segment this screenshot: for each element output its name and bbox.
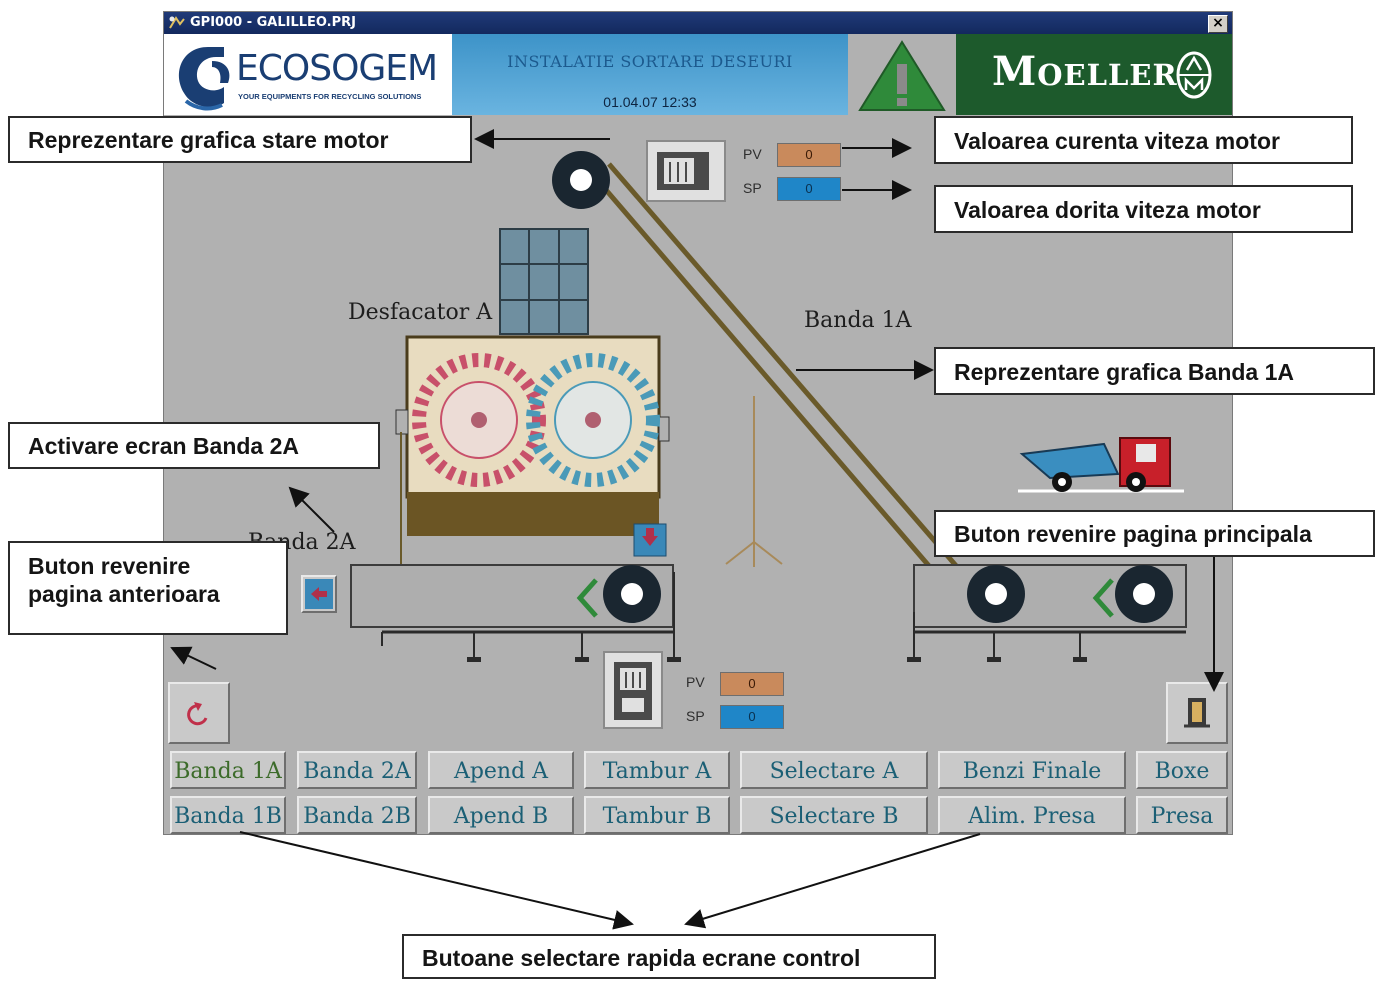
nav-banda-1b[interactable]: Banda 1B	[170, 796, 286, 834]
motor-bottom-icon	[603, 651, 663, 729]
sp-label-top: SP	[743, 180, 762, 196]
callout-prev-page: Buton revenire pagina anterioara	[8, 541, 288, 635]
nav-alim-presa[interactable]: Alim. Presa	[938, 796, 1126, 834]
nav-tambur-a[interactable]: Tambur A	[584, 751, 730, 789]
discharge-down-icon	[633, 523, 667, 557]
nav-banda-2a[interactable]: Banda 2A	[297, 751, 417, 789]
callout-prev-page-line2: pagina anterioara	[28, 580, 220, 607]
banda-1a-label: Banda 1A	[804, 308, 912, 333]
nav-apend-b[interactable]: Apend B	[428, 796, 574, 834]
desfacator-graphic	[395, 335, 670, 567]
back-button[interactable]	[168, 682, 230, 744]
nav-boxe[interactable]: Boxe	[1136, 751, 1228, 789]
truck-icon	[1018, 437, 1184, 493]
desfacator-label: Desfacator A	[348, 300, 493, 325]
callout-motor-state: Reprezentare grafica stare motor	[8, 116, 472, 163]
sp-label-bottom: SP	[686, 708, 705, 724]
nav-benzi-finale[interactable]: Benzi Finale	[938, 751, 1126, 789]
nav-banda-1a[interactable]: Banda 1A	[170, 751, 286, 789]
nav-presa[interactable]: Presa	[1136, 796, 1228, 834]
nav-banda-2b[interactable]: Banda 2B	[297, 796, 417, 834]
callout-activate-2a: Activare ecran Banda 2A	[8, 422, 380, 469]
callout-main-page: Buton revenire pagina principala	[934, 510, 1375, 557]
callout-desired-speed: Valoarea dorita viteza motor	[934, 185, 1353, 233]
hopper-graphic	[499, 228, 589, 335]
arrow-left-icon	[305, 579, 333, 609]
motor-top-icon	[646, 140, 726, 202]
pv-field-top: 0	[777, 143, 841, 167]
banda-2a-graphic	[350, 564, 681, 662]
pv-field-bottom: 0	[720, 672, 784, 696]
callout-prev-page-line1: Buton revenire	[28, 553, 191, 579]
nav-apend-a[interactable]: Apend A	[428, 751, 574, 789]
banda-2a-activate-button[interactable]	[301, 575, 337, 613]
nav-selectare-a[interactable]: Selectare A	[740, 751, 928, 789]
undo-arrow-icon	[187, 702, 208, 726]
callout-current-speed: Valoarea curenta viteza motor	[934, 116, 1353, 164]
sp-field-top[interactable]: 0	[777, 177, 841, 201]
banda-1a-head-drum	[552, 151, 610, 209]
pv-label-bottom: PV	[686, 674, 705, 690]
callout-quick-select: Butoane selectare rapida ecrane control	[402, 934, 936, 979]
pv-label-top: PV	[743, 146, 762, 162]
sp-field-bottom[interactable]: 0	[720, 705, 784, 729]
nav-selectare-b[interactable]: Selectare B	[740, 796, 928, 834]
exit-door-icon	[1184, 698, 1210, 728]
home-button[interactable]	[1166, 682, 1228, 744]
callout-banda-graphic: Reprezentare grafica Banda 1A	[934, 347, 1375, 395]
nav-tambur-b[interactable]: Tambur B	[584, 796, 730, 834]
lower-conveyor-graphic	[907, 564, 1187, 662]
